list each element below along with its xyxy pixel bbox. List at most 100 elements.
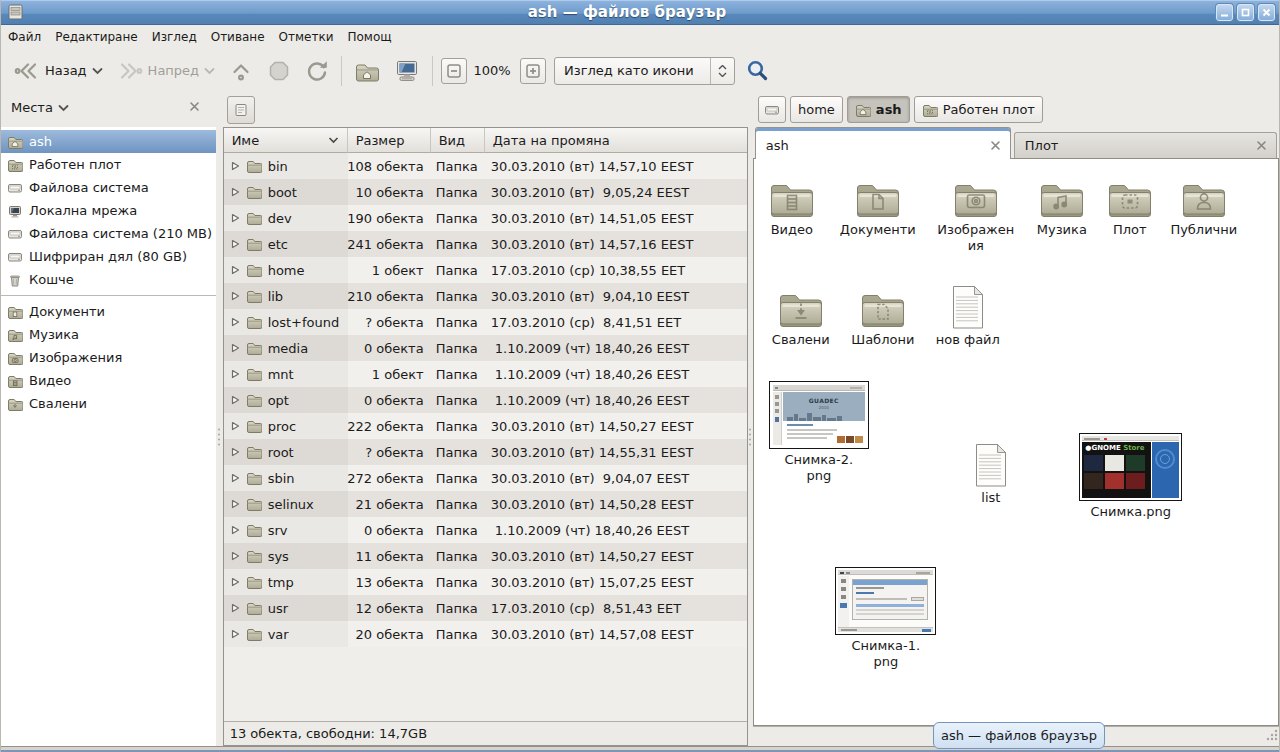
pane-splitter[interactable] bbox=[216, 127, 223, 746]
icon-view-item-нов файл[interactable]: нов файл bbox=[925, 285, 1011, 348]
column-header-Име[interactable]: Име bbox=[224, 128, 348, 153]
expander-icon[interactable] bbox=[231, 161, 240, 171]
expander-icon[interactable] bbox=[231, 447, 240, 457]
expander-icon[interactable] bbox=[231, 525, 240, 535]
expander-icon[interactable] bbox=[231, 239, 240, 249]
file-row-dev[interactable]: dev190 обектаПапка30.03.2010 (вт) 14,51,… bbox=[224, 205, 747, 231]
icon-view-item-Изображения[interactable]: Изображения bbox=[933, 177, 1019, 254]
expander-icon[interactable] bbox=[231, 629, 240, 639]
icon-view-item-Свалени[interactable]: Свалени bbox=[758, 287, 844, 348]
file-row-sbin[interactable]: sbin272 обектаПапка30.03.2010 (вт) 9,04,… bbox=[224, 465, 747, 491]
sidebar-item-Кошче[interactable]: Кошче bbox=[1, 268, 216, 291]
file-row-media[interactable]: media0 обектаПапка 1.10.2009 (чт) 18,40,… bbox=[224, 335, 747, 361]
menu-item-1[interactable]: Редактиране bbox=[48, 25, 145, 49]
spinner-arrows[interactable] bbox=[710, 58, 734, 84]
sidebar-item-Видео[interactable]: Видео bbox=[1, 369, 216, 392]
tab-close-button[interactable] bbox=[1256, 140, 1267, 151]
path-button-Работен плот[interactable]: Работен плот bbox=[914, 96, 1043, 123]
expander-icon[interactable] bbox=[231, 265, 240, 275]
close-button[interactable] bbox=[1258, 4, 1275, 21]
icon-view-item-Снимка-1.png[interactable]: Снимка-1.png bbox=[833, 567, 939, 670]
sidebar-item-Шифриран дял (80 GB)[interactable]: Шифриран дял (80 GB) bbox=[1, 245, 216, 268]
minimize-button[interactable] bbox=[1216, 4, 1233, 21]
back-button[interactable]: Назад bbox=[7, 54, 110, 88]
menu-item-5[interactable]: Помощ bbox=[341, 25, 399, 49]
zoom-out-button[interactable] bbox=[441, 58, 467, 84]
expander-icon[interactable] bbox=[231, 343, 240, 353]
sidebar-item-Документи[interactable]: Документи bbox=[1, 300, 216, 323]
path-button-home[interactable]: home bbox=[790, 96, 843, 123]
expander-icon[interactable] bbox=[231, 603, 240, 613]
file-row-tmp[interactable]: tmp13 обектаПапка30.03.2010 (вт) 15,07,2… bbox=[224, 569, 747, 595]
file-row-srv[interactable]: srv0 обектаПапка 1.10.2009 (чт) 18,40,26… bbox=[224, 517, 747, 543]
file-row-opt[interactable]: opt0 обектаПапка 1.10.2009 (чт) 18,40,26… bbox=[224, 387, 747, 413]
file-row-mnt[interactable]: mnt1 обектПапка 1.10.2009 (чт) 18,40,26 … bbox=[224, 361, 747, 387]
search-button[interactable] bbox=[745, 58, 771, 84]
expander-icon[interactable] bbox=[231, 291, 240, 301]
tab-close-button[interactable] bbox=[990, 140, 1001, 151]
location-bar-toggle[interactable] bbox=[227, 96, 255, 124]
home-button[interactable] bbox=[347, 54, 387, 88]
file-row-bin[interactable]: bin108 обектаПапка30.03.2010 (вт) 14,57,… bbox=[224, 153, 747, 179]
file-row-usr[interactable]: usr12 обектаПапка17.03.2010 (ср) 8,51,43… bbox=[224, 595, 747, 621]
expander-icon[interactable] bbox=[231, 213, 240, 223]
file-row-sys[interactable]: sys11 обектаПапка30.03.2010 (вт) 14,50,2… bbox=[224, 543, 747, 569]
expander-icon[interactable] bbox=[231, 577, 240, 587]
icon-view-item-Документи[interactable]: Документи bbox=[835, 177, 921, 238]
file-row-lib[interactable]: lib210 обектаПапка30.03.2010 (вт) 9,04,1… bbox=[224, 283, 747, 309]
file-row-proc[interactable]: proc222 обектаПапка30.03.2010 (вт) 14,50… bbox=[224, 413, 747, 439]
menu-item-2[interactable]: Изглед bbox=[145, 25, 204, 49]
resize-grip[interactable] bbox=[1265, 728, 1279, 745]
places-selector[interactable]: Места bbox=[11, 100, 69, 115]
icon-view-item-Шаблони[interactable]: Шаблони bbox=[840, 287, 926, 348]
sidebar-item-Работен плот[interactable]: Работен плот bbox=[1, 153, 216, 176]
file-row-boot[interactable]: boot10 обектаПапка30.03.2010 (вт) 9,05,2… bbox=[224, 179, 747, 205]
icon-view-item-Снимка-2.png[interactable]: GUADEC 2010 Снимка-2.png bbox=[766, 381, 872, 484]
file-row-etc[interactable]: etc241 обектаПапка30.03.2010 (вт) 14,57,… bbox=[224, 231, 747, 257]
icon-view-item-list[interactable]: list bbox=[948, 443, 1034, 506]
computer-button[interactable] bbox=[387, 54, 427, 88]
expander-icon[interactable] bbox=[231, 499, 240, 509]
icon-view-item-Видео[interactable]: Видео bbox=[753, 177, 835, 238]
sidebar-item-Изображения[interactable]: Изображения bbox=[1, 346, 216, 369]
sidebar-item-Музика[interactable]: Музика bbox=[1, 323, 216, 346]
file-row-root[interactable]: root? обектаПапка30.03.2010 (вт) 14,55,3… bbox=[224, 439, 747, 465]
expander-icon[interactable] bbox=[231, 317, 240, 327]
titlebar[interactable]: ash — файлов браузър bbox=[1, 0, 1279, 25]
file-row-var[interactable]: var20 обектаПапка30.03.2010 (вт) 14,57,0… bbox=[224, 621, 747, 647]
taskbar-window-button[interactable]: ash — файлов браузър bbox=[933, 722, 1105, 749]
menu-item-4[interactable]: Отметки bbox=[272, 25, 341, 49]
forward-button[interactable]: Напред bbox=[110, 54, 222, 88]
expander-icon[interactable] bbox=[231, 551, 240, 561]
column-header-Размер[interactable]: Размер bbox=[348, 128, 431, 153]
column-header-Дата на промяна[interactable]: Дата на промяна bbox=[485, 128, 747, 153]
expander-icon[interactable] bbox=[231, 395, 240, 405]
expander-icon[interactable] bbox=[231, 421, 240, 431]
stop-button[interactable] bbox=[260, 54, 298, 88]
icon-view-item-Публични[interactable]: Публични bbox=[1161, 177, 1247, 238]
icon-view-item-Снимка.png[interactable]: ●GNOME Store Снимка.png bbox=[1073, 433, 1189, 520]
up-button[interactable] bbox=[222, 54, 260, 88]
sidebar-item-Локална мрежа[interactable]: Локална мрежа bbox=[1, 199, 216, 222]
zoom-in-button[interactable] bbox=[520, 58, 546, 84]
path-button-root[interactable] bbox=[758, 96, 786, 123]
file-row-home[interactable]: home1 обектПапка17.03.2010 (ср) 10,38,55… bbox=[224, 257, 747, 283]
menu-item-0[interactable]: Файл bbox=[1, 25, 48, 49]
file-row-lost+found[interactable]: lost+found? обектаПапка17.03.2010 (ср) 8… bbox=[224, 309, 747, 335]
path-button-ash[interactable]: ash bbox=[847, 96, 910, 123]
sidebar-item-ash[interactable]: ash bbox=[1, 130, 216, 153]
reload-button[interactable] bbox=[298, 54, 336, 88]
view-selector[interactable]: Изглед като икони bbox=[554, 57, 735, 85]
places-close-button[interactable] bbox=[189, 101, 200, 112]
sidebar-item-Свалени[interactable]: Свалени bbox=[1, 392, 216, 415]
tab-ash[interactable]: ash bbox=[755, 127, 1011, 159]
sidebar-item-Файлова система (210 MB)[interactable]: Файлова система (210 MB) bbox=[1, 222, 216, 245]
sidebar-item-Файлова система[interactable]: Файлова система bbox=[1, 176, 216, 199]
expander-icon[interactable] bbox=[231, 187, 240, 197]
expander-icon[interactable] bbox=[231, 369, 240, 379]
maximize-button[interactable] bbox=[1237, 4, 1254, 21]
expander-icon[interactable] bbox=[231, 473, 240, 483]
file-row-selinux[interactable]: selinux21 обектаПапка30.03.2010 (вт) 14,… bbox=[224, 491, 747, 517]
column-header-Вид[interactable]: Вид bbox=[431, 128, 485, 153]
menu-item-3[interactable]: Отиване bbox=[204, 25, 272, 49]
